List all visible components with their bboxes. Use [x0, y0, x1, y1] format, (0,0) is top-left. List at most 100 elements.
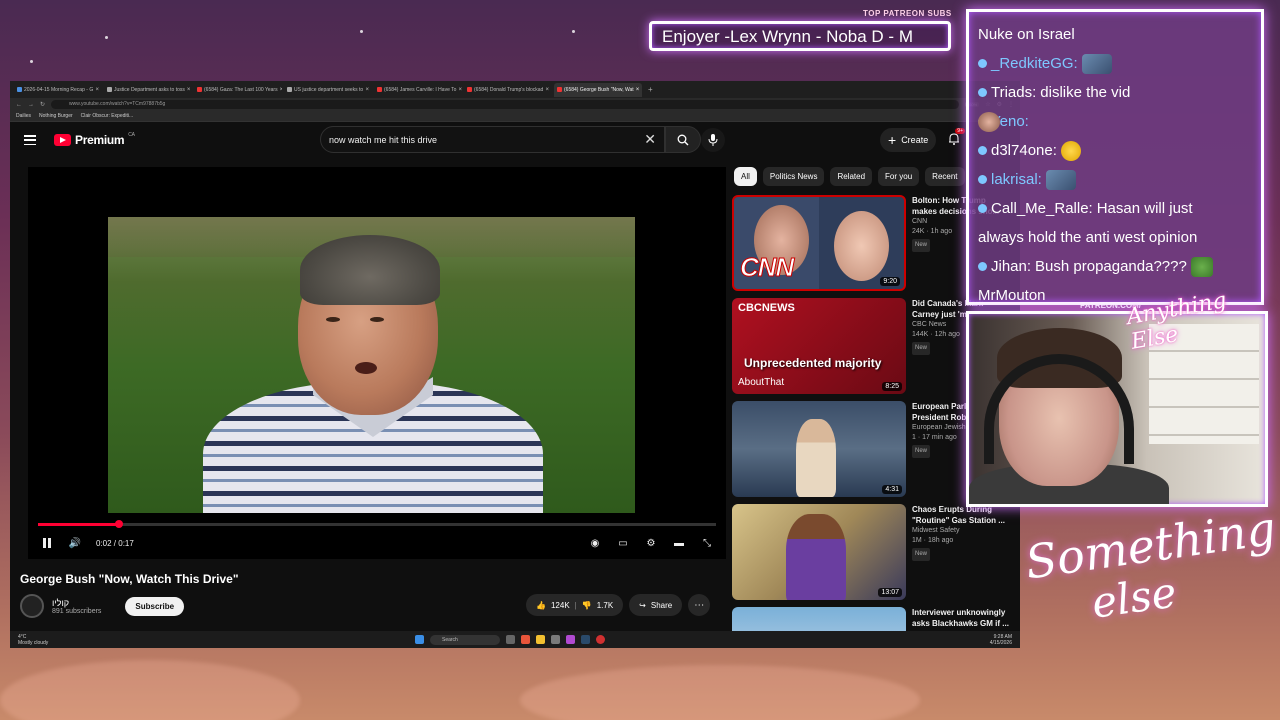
- video-player[interactable]: 🔊 0:02 / 0:17 ◉ ▭ ⚙ ▬ ⤡: [28, 167, 726, 559]
- search-button[interactable]: [665, 126, 701, 153]
- chat-text: Hasan will just: [1096, 200, 1193, 217]
- more-actions-icon[interactable]: ⋯: [688, 594, 711, 616]
- tab-close-icon[interactable]: ×: [458, 87, 462, 93]
- share-button[interactable]: ↪ Share: [629, 594, 683, 616]
- filter-chip[interactable]: Politics News: [762, 167, 825, 186]
- new-tab-icon[interactable]: +: [644, 85, 657, 94]
- progress-bar[interactable]: [38, 520, 716, 528]
- chat-username[interactable]: Triads:: [991, 78, 1036, 107]
- channel-name[interactable]: קוליו: [52, 598, 101, 608]
- app-icon[interactable]: [566, 635, 575, 644]
- weather-widget[interactable]: 4°C Mostly cloudy: [18, 634, 48, 646]
- tab-close-icon[interactable]: ×: [95, 87, 99, 93]
- thumbnail-caption: Unprecedented majority: [744, 356, 882, 370]
- browser-tab[interactable]: US justice department seeks to ×: [284, 83, 372, 97]
- bookmark-item[interactable]: Dailies: [16, 113, 31, 119]
- recommendation-info: Interviewer unknowingly asks Blackhawks …: [912, 607, 1012, 633]
- filter-chip[interactable]: All: [734, 167, 757, 186]
- video-thumbnail[interactable]: CNN 9:20: [732, 195, 906, 291]
- video-duration: 4:31: [882, 485, 902, 494]
- bookmark-item[interactable]: Nothing Burger: [39, 113, 73, 119]
- tab-label: (6584) Gaza: The Last 100 Years: [204, 86, 278, 93]
- voice-search-button[interactable]: [701, 128, 725, 152]
- thumbs-up-icon: 👍: [536, 600, 546, 610]
- task-view-icon[interactable]: [506, 635, 515, 644]
- captions-icon[interactable]: ▭: [616, 536, 630, 550]
- tab-favicon-icon: [377, 87, 382, 92]
- chat-message: Nuke on Israel: [978, 20, 1252, 49]
- chat-username[interactable]: _RedkiteGG:: [991, 49, 1078, 78]
- scrubber-handle[interactable]: [115, 520, 124, 528]
- patreon-subs-text: Enjoyer -Lex Wrynn - Noba D - M: [662, 27, 913, 46]
- chat-username[interactable]: Jihan:: [991, 252, 1031, 281]
- start-menu-icon[interactable]: [415, 635, 424, 644]
- hamburger-menu-icon[interactable]: [24, 135, 36, 145]
- notifications-button[interactable]: 9+: [948, 128, 965, 150]
- url-input[interactable]: www.youtube.com/watch?v=TCm97887b5g: [51, 100, 959, 109]
- autoplay-toggle-icon[interactable]: ◉: [588, 536, 602, 550]
- steam-icon[interactable]: [581, 635, 590, 644]
- taskbar-search[interactable]: Search: [430, 634, 500, 645]
- tab-close-icon[interactable]: ×: [545, 87, 549, 93]
- video-thumbnail[interactable]: 13:07: [732, 504, 906, 600]
- webcam-overlay: [966, 311, 1268, 507]
- tab-label: 2026-04-15 Morning Recap - G: [24, 86, 94, 93]
- browser-tab[interactable]: (6584) Donald Trump's blockad ×: [464, 83, 552, 97]
- app-icon[interactable]: [596, 635, 605, 644]
- forward-icon[interactable]: →: [28, 102, 34, 108]
- app-icon[interactable]: [551, 635, 560, 644]
- tab-close-icon[interactable]: ×: [280, 87, 282, 93]
- browser-tab[interactable]: (6584) George Bush "Now, Wat ×: [554, 82, 642, 97]
- browser-app-icon[interactable]: [521, 635, 530, 644]
- taskbar-apps: Search: [415, 634, 605, 645]
- chat-username[interactable]: lakrisal:: [991, 165, 1042, 194]
- system-clock[interactable]: 9:28 AM 4/15/2026: [990, 634, 1012, 646]
- channel-info: קוליו 891 subscribers: [52, 598, 101, 615]
- background-cloud: [0, 660, 300, 720]
- youtube-logo[interactable]: Premium CA: [54, 132, 135, 147]
- volume-icon[interactable]: 🔊: [68, 536, 82, 550]
- filter-chip[interactable]: Related: [830, 167, 873, 186]
- theater-mode-icon[interactable]: ▬: [672, 536, 686, 550]
- browser-tab[interactable]: 2026-04-15 Morning Recap - G ×: [14, 83, 102, 97]
- create-button[interactable]: + Create: [880, 128, 937, 152]
- cbc-news-logo: CBCNEWS: [738, 302, 795, 314]
- thumbs-down-icon[interactable]: 👎: [582, 601, 592, 610]
- pause-icon[interactable]: [40, 536, 54, 550]
- chat-text: Nuke on Israel: [978, 26, 1075, 43]
- search-input[interactable]: now watch me hit this drive ✕: [320, 126, 665, 153]
- video-thumbnail[interactable]: CBCNEWS Unprecedented majority AboutThat…: [732, 298, 906, 394]
- browser-tab[interactable]: (6584) James Carville: I Have To ×: [374, 83, 462, 97]
- chat-username[interactable]: Call_Me_Ralle:: [991, 194, 1093, 223]
- filter-chip[interactable]: Recent: [925, 167, 965, 186]
- new-badge: New: [912, 342, 931, 355]
- browser-tab[interactable]: (6584) Gaza: The Last 100 Years ×: [194, 83, 282, 97]
- browser-tab[interactable]: Justice Department asks to toss ×: [104, 83, 192, 97]
- tab-label: (6584) George Bush "Now, Wat: [564, 86, 634, 93]
- fullscreen-icon[interactable]: ⤡: [700, 536, 714, 550]
- recommendation-item[interactable]: 13:07 Chaos Erupts During "Routine" Gas …: [732, 504, 1020, 607]
- channel-avatar[interactable]: [20, 594, 44, 618]
- chat-username[interactable]: d3l74one:: [991, 136, 1057, 165]
- dislike-count: 1.7K: [596, 600, 614, 610]
- file-explorer-icon[interactable]: [536, 635, 545, 644]
- reload-icon[interactable]: ↻: [40, 101, 45, 108]
- video-actions: 👍 124K | 👎 1.7K ↪ Share ⋯: [526, 594, 711, 616]
- recommendation-title[interactable]: Interviewer unknowingly asks Blackhawks …: [912, 607, 1012, 629]
- recommendation-item[interactable]: Interviewer unknowingly asks Blackhawks …: [732, 607, 1020, 633]
- clear-search-icon[interactable]: ✕: [644, 131, 656, 148]
- tab-close-icon[interactable]: ×: [365, 87, 369, 93]
- recommendation-title[interactable]: Chaos Erupts During "Routine" Gas Statio…: [912, 504, 1012, 526]
- tab-close-icon[interactable]: ×: [187, 87, 191, 93]
- video-thumbnail[interactable]: [732, 607, 906, 633]
- subscribe-button[interactable]: Subscribe: [125, 596, 185, 616]
- back-icon[interactable]: ←: [16, 102, 22, 108]
- tab-close-icon[interactable]: ×: [636, 87, 640, 93]
- video-thumbnail[interactable]: 4:31: [732, 401, 906, 497]
- filter-chip[interactable]: For you: [878, 167, 920, 186]
- new-badge: New: [912, 548, 931, 561]
- like-button[interactable]: 👍 124K | 👎 1.7K: [526, 594, 624, 616]
- settings-gear-icon[interactable]: ⚙: [644, 536, 658, 550]
- recommendation-filter-chips: All Politics News Related For you Recent: [734, 167, 965, 186]
- bookmark-item[interactable]: Clair Obscur: Expediti...: [81, 113, 134, 119]
